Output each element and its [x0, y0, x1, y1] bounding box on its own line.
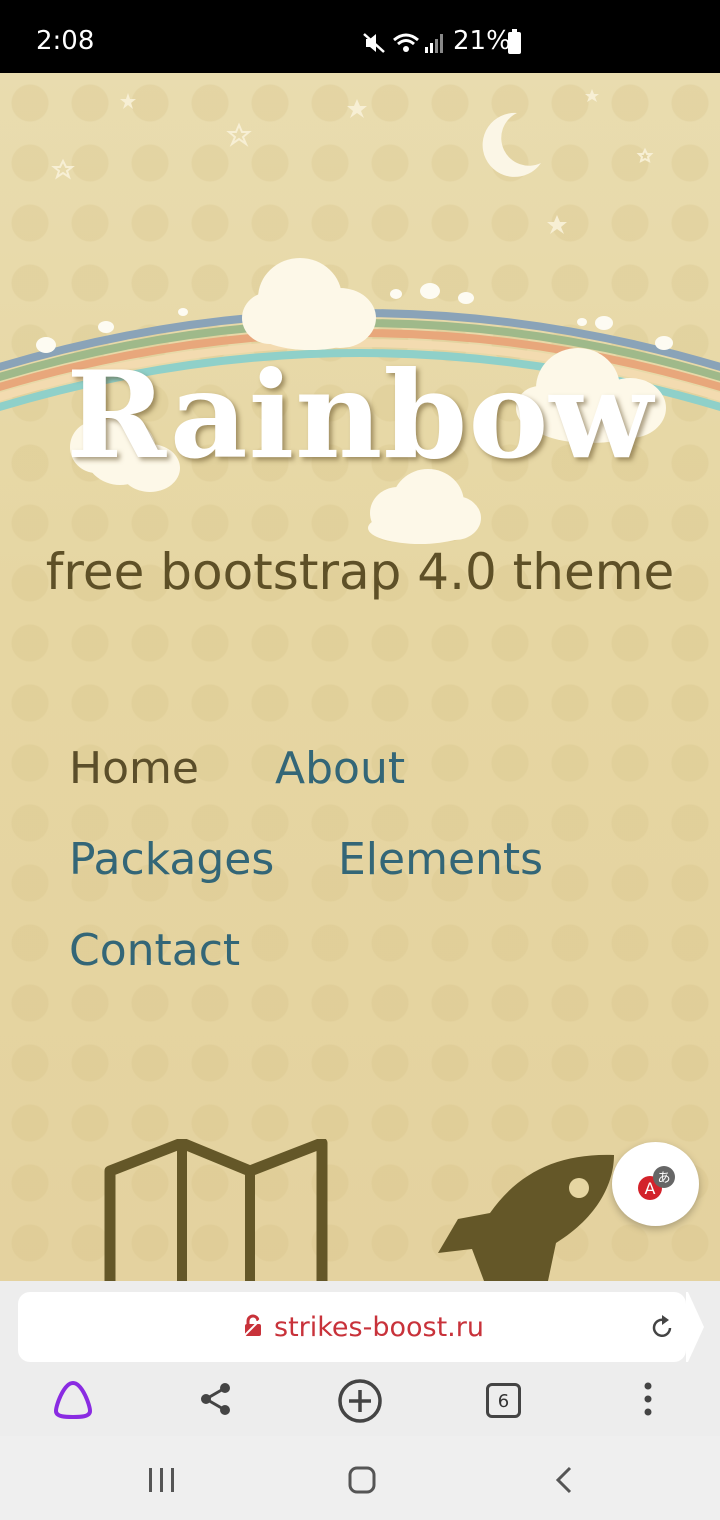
- moon-icon: [482, 112, 541, 177]
- web-page: Rainbow free bootstrap 4.0 theme Home Ab…: [0, 73, 720, 1281]
- home-icon[interactable]: [347, 1466, 377, 1494]
- nav-link-packages[interactable]: Packages: [69, 834, 274, 885]
- status-bar: 2:08 21%: [0, 0, 720, 73]
- map-icon: [104, 1139, 328, 1281]
- mute-icon: [363, 33, 385, 53]
- insecure-lock-icon: [243, 1314, 263, 1337]
- share-icon[interactable]: [199, 1382, 233, 1416]
- tabs-icon[interactable]: 6: [486, 1383, 521, 1418]
- address-bar[interactable]: strikes-boost.ru: [18, 1292, 686, 1362]
- battery-icon: [508, 29, 521, 54]
- address-bar-arrow: [686, 1292, 704, 1362]
- nav-link-home[interactable]: Home: [69, 743, 199, 794]
- more-icon[interactable]: [642, 1382, 654, 1416]
- translate-icon: A あ: [638, 1166, 675, 1200]
- battery-percent: 21%: [453, 26, 511, 56]
- new-tab-icon[interactable]: [337, 1378, 383, 1424]
- signal-icon: [425, 34, 443, 53]
- nav-link-about[interactable]: About: [275, 743, 405, 794]
- stars-decoration: [120, 89, 599, 234]
- tabs-count: 6: [497, 1391, 510, 1412]
- nav-link-contact[interactable]: Contact: [69, 925, 240, 976]
- system-navigation-bar: [0, 1436, 720, 1520]
- site-subtitle: free bootstrap 4.0 theme: [45, 543, 675, 601]
- alice-icon[interactable]: [52, 1379, 94, 1419]
- svg-text:A: A: [645, 1179, 656, 1198]
- recent-apps-icon[interactable]: [147, 1467, 177, 1493]
- browser-toolbar: strikes-boost.ru 6: [0, 1281, 720, 1436]
- svg-text:あ: あ: [657, 1171, 670, 1186]
- url-text: strikes-boost.ru: [274, 1312, 484, 1343]
- wifi-icon: [393, 33, 419, 52]
- site-title: Rainbow: [66, 345, 654, 486]
- rocket-icon: [438, 1154, 614, 1281]
- translate-button[interactable]: A あ: [612, 1142, 699, 1226]
- reload-icon[interactable]: [650, 1314, 674, 1340]
- status-time: 2:08: [36, 26, 95, 56]
- nav-link-elements[interactable]: Elements: [338, 834, 543, 885]
- back-icon[interactable]: [554, 1466, 574, 1494]
